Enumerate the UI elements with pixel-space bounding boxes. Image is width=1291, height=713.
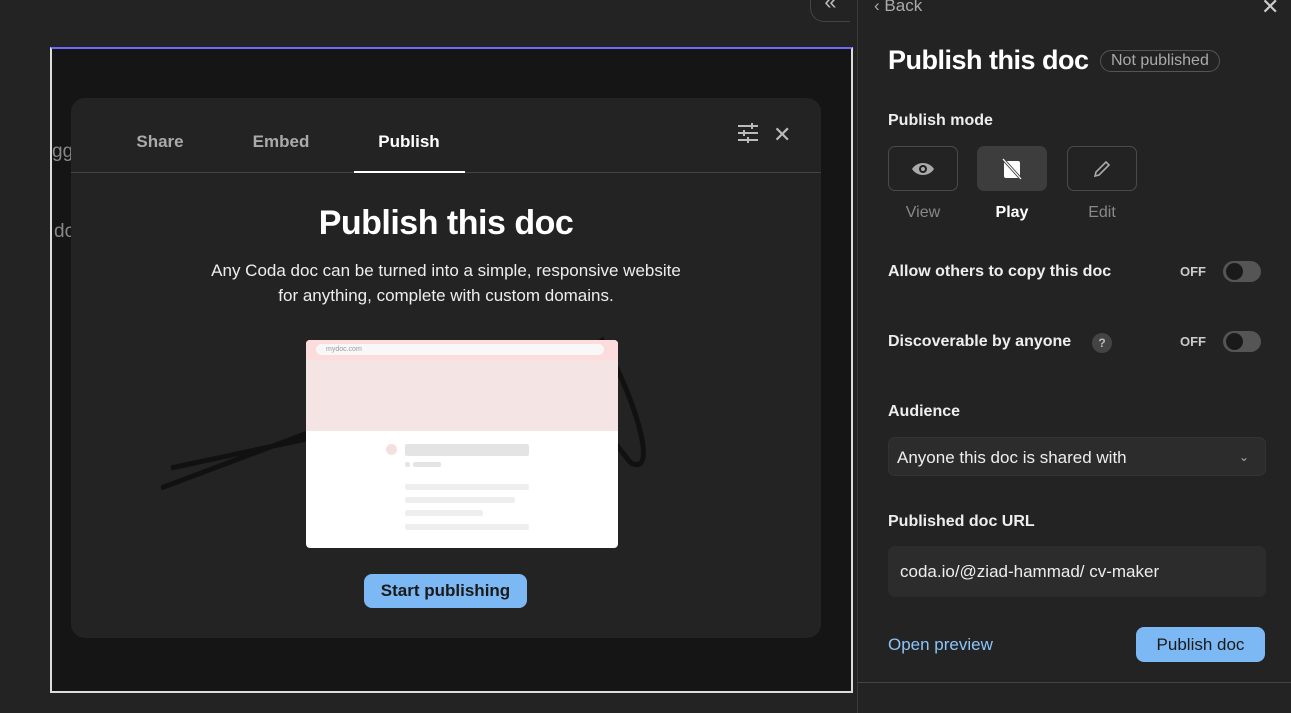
divider bbox=[858, 682, 1291, 683]
mode-edit-button[interactable] bbox=[1067, 146, 1137, 191]
mode-play-button[interactable] bbox=[977, 146, 1047, 191]
audience-label: Audience bbox=[888, 403, 961, 420]
close-icon[interactable]: ✕ bbox=[773, 122, 791, 148]
chevron-left-icon: ‹ bbox=[874, 0, 880, 15]
start-publishing-button[interactable]: Start publishing bbox=[364, 574, 527, 608]
url-label: Published doc URL bbox=[888, 513, 1035, 530]
share-dialog: Share Embed Publish ✕ Publish this doc A… bbox=[71, 98, 821, 638]
background-text: gg bbox=[52, 141, 74, 162]
help-icon[interactable]: ? bbox=[1092, 333, 1112, 353]
website-preview-illustration: mydoc.com bbox=[306, 340, 618, 548]
discoverable-label: Discoverable by anyone bbox=[888, 333, 1072, 350]
url-input[interactable]: coda.io/@ziad-hammad/ cv-maker bbox=[888, 546, 1266, 597]
back-label: Back bbox=[884, 0, 923, 15]
allow-copy-toggle[interactable] bbox=[1223, 261, 1261, 282]
eye-icon bbox=[912, 162, 934, 175]
pencil-icon bbox=[1093, 160, 1111, 177]
allow-copy-state: OFF bbox=[1180, 264, 1206, 279]
mode-edit-label: Edit bbox=[1088, 204, 1116, 221]
play-mode-icon bbox=[1001, 157, 1023, 180]
collapse-panel-button[interactable]: « bbox=[810, 0, 850, 22]
dialog-title: Publish this doc bbox=[318, 204, 574, 242]
publish-mode-label: Publish mode bbox=[888, 112, 993, 129]
mode-play-label: Play bbox=[995, 204, 1029, 221]
mode-view-button[interactable] bbox=[888, 146, 958, 191]
publish-panel: ‹ Back ✕ Publish this doc Not published … bbox=[857, 0, 1291, 713]
close-icon[interactable]: ✕ bbox=[1261, 0, 1279, 20]
allow-copy-label: Allow others to copy this doc bbox=[888, 263, 1112, 280]
settings-sliders-icon[interactable] bbox=[737, 122, 759, 150]
audience-value: Anyone this doc is shared with bbox=[897, 448, 1127, 467]
publish-doc-button[interactable]: Publish doc bbox=[1136, 627, 1265, 662]
back-button[interactable]: ‹ Back bbox=[874, 0, 922, 16]
tab-publish[interactable]: Publish bbox=[378, 132, 439, 152]
active-tab-indicator bbox=[354, 171, 465, 173]
open-preview-link[interactable]: Open preview bbox=[888, 635, 993, 655]
chevron-down-icon: ⌄ bbox=[1238, 450, 1249, 464]
panel-title: Publish this doc bbox=[888, 45, 1089, 75]
discoverable-toggle[interactable] bbox=[1223, 331, 1261, 352]
mode-view-label: View bbox=[905, 204, 941, 221]
status-badge: Not published bbox=[1100, 50, 1220, 72]
preview-url-bar: mydoc.com bbox=[316, 344, 604, 355]
tab-share[interactable]: Share bbox=[136, 132, 183, 152]
dialog-description: Any Coda doc can be turned into a simple… bbox=[211, 261, 681, 305]
audience-select[interactable]: Anyone this doc is shared with ⌄ bbox=[888, 437, 1266, 476]
tab-embed[interactable]: Embed bbox=[253, 132, 310, 152]
discoverable-state: OFF bbox=[1180, 334, 1206, 349]
